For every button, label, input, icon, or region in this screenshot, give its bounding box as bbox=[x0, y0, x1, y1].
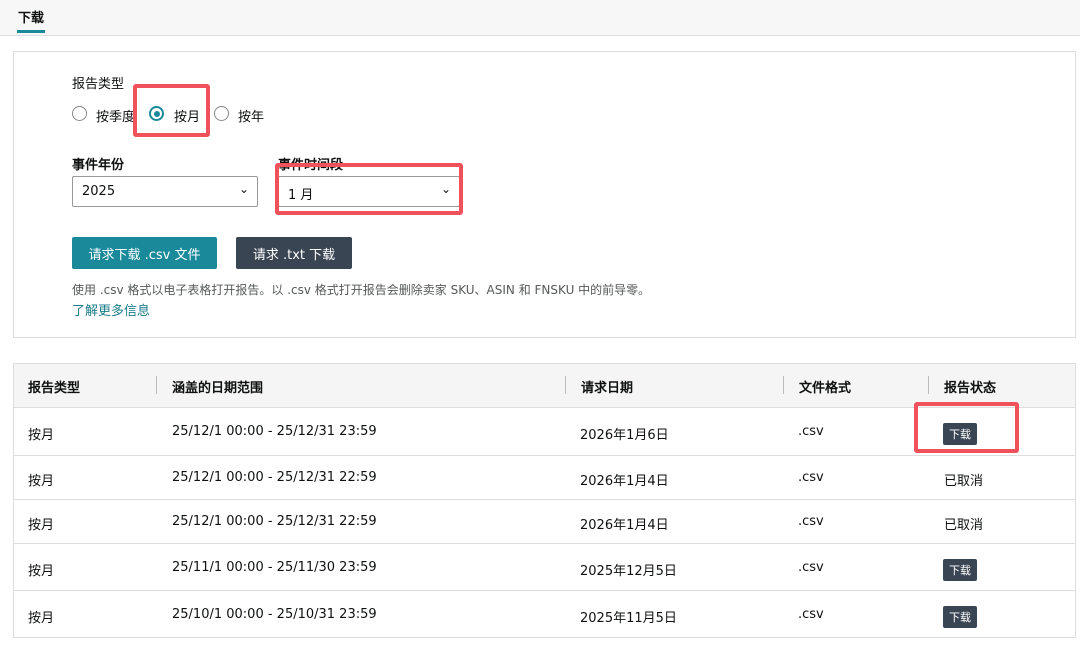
table-row: 按月 25/10/1 00:00 - 25/10/31 23:59 2025年1… bbox=[14, 591, 1075, 638]
header-date-range: 涵盖的日期范围 bbox=[172, 381, 264, 396]
column-divider bbox=[928, 376, 929, 394]
table-row: 按月 25/11/1 00:00 - 25/11/30 23:59 2025年1… bbox=[14, 544, 1075, 591]
cell-date-range: 25/12/1 00:00 - 25/12/31 23:59 bbox=[172, 424, 377, 439]
cell-file-format: .csv bbox=[798, 514, 824, 529]
column-divider bbox=[783, 376, 784, 394]
cell-file-format: .csv bbox=[798, 424, 824, 439]
column-divider bbox=[565, 376, 566, 394]
active-tab-indicator bbox=[17, 30, 45, 33]
highlight-annotation bbox=[275, 163, 463, 215]
cell-file-format: .csv bbox=[798, 470, 824, 485]
cell-report-type: 按月 bbox=[28, 428, 55, 443]
cell-request-date: 2026年1月6日 bbox=[580, 428, 669, 443]
radio-label: 按季度 bbox=[96, 110, 136, 125]
header-request-date: 请求日期 bbox=[581, 381, 634, 396]
year-select[interactable]: 2025 ⌄ bbox=[72, 176, 258, 207]
cell-report-type: 按月 bbox=[28, 518, 55, 533]
cell-request-date: 2025年12月5日 bbox=[580, 564, 677, 579]
cell-request-date: 2026年1月4日 bbox=[580, 518, 669, 533]
status-text: 已取消 bbox=[944, 518, 984, 533]
status-text: 已取消 bbox=[944, 474, 984, 489]
cell-report-type: 按月 bbox=[28, 611, 55, 626]
cell-date-range: 25/12/1 00:00 - 25/12/31 22:59 bbox=[172, 470, 377, 485]
cell-date-range: 25/11/1 00:00 - 25/11/30 23:59 bbox=[172, 560, 377, 575]
cell-file-format: .csv bbox=[798, 607, 824, 622]
learn-more-link[interactable]: 了解更多信息 bbox=[72, 300, 150, 319]
cell-request-date: 2026年1月4日 bbox=[580, 474, 669, 489]
header-file-format: 文件格式 bbox=[799, 381, 852, 396]
download-button[interactable]: 下载 bbox=[943, 559, 977, 581]
cell-file-format: .csv bbox=[798, 560, 824, 575]
header-report-status: 报告状态 bbox=[944, 381, 997, 396]
cell-date-range: 25/12/1 00:00 - 25/12/31 22:59 bbox=[172, 514, 377, 529]
top-tab-bar: 下载 bbox=[0, 0, 1080, 36]
cell-date-range: 25/10/1 00:00 - 25/10/31 23:59 bbox=[172, 607, 377, 622]
chevron-down-icon: ⌄ bbox=[238, 182, 249, 196]
cell-report-type: 按月 bbox=[28, 474, 55, 489]
year-label: 事件年份 bbox=[72, 158, 125, 173]
column-divider bbox=[156, 376, 157, 394]
year-value: 2025 bbox=[82, 184, 116, 199]
tab-download[interactable]: 下载 bbox=[18, 7, 44, 26]
table-row: 按月 25/12/1 00:00 - 25/12/31 22:59 2026年1… bbox=[14, 500, 1075, 544]
request-csv-button[interactable]: 请求下载 .csv 文件 bbox=[72, 237, 217, 269]
highlight-annotation bbox=[133, 84, 210, 137]
request-txt-button[interactable]: 请求 .txt 下载 bbox=[236, 237, 352, 269]
highlight-annotation bbox=[914, 402, 1019, 453]
radio-button[interactable] bbox=[214, 106, 229, 121]
cell-request-date: 2025年11月5日 bbox=[580, 611, 677, 626]
header-report-type: 报告类型 bbox=[28, 381, 81, 396]
radio-button[interactable] bbox=[72, 106, 87, 121]
table-row: 按月 25/12/1 00:00 - 25/12/31 22:59 2026年1… bbox=[14, 456, 1075, 500]
cell-report-type: 按月 bbox=[28, 564, 55, 579]
report-type-label: 报告类型 bbox=[72, 77, 125, 92]
radio-label: 按年 bbox=[238, 110, 265, 125]
download-button[interactable]: 下载 bbox=[943, 606, 977, 628]
csv-hint: 使用 .csv 格式以电子表格打开报告。以 .csv 格式打开报告会删除卖家 S… bbox=[72, 283, 651, 297]
